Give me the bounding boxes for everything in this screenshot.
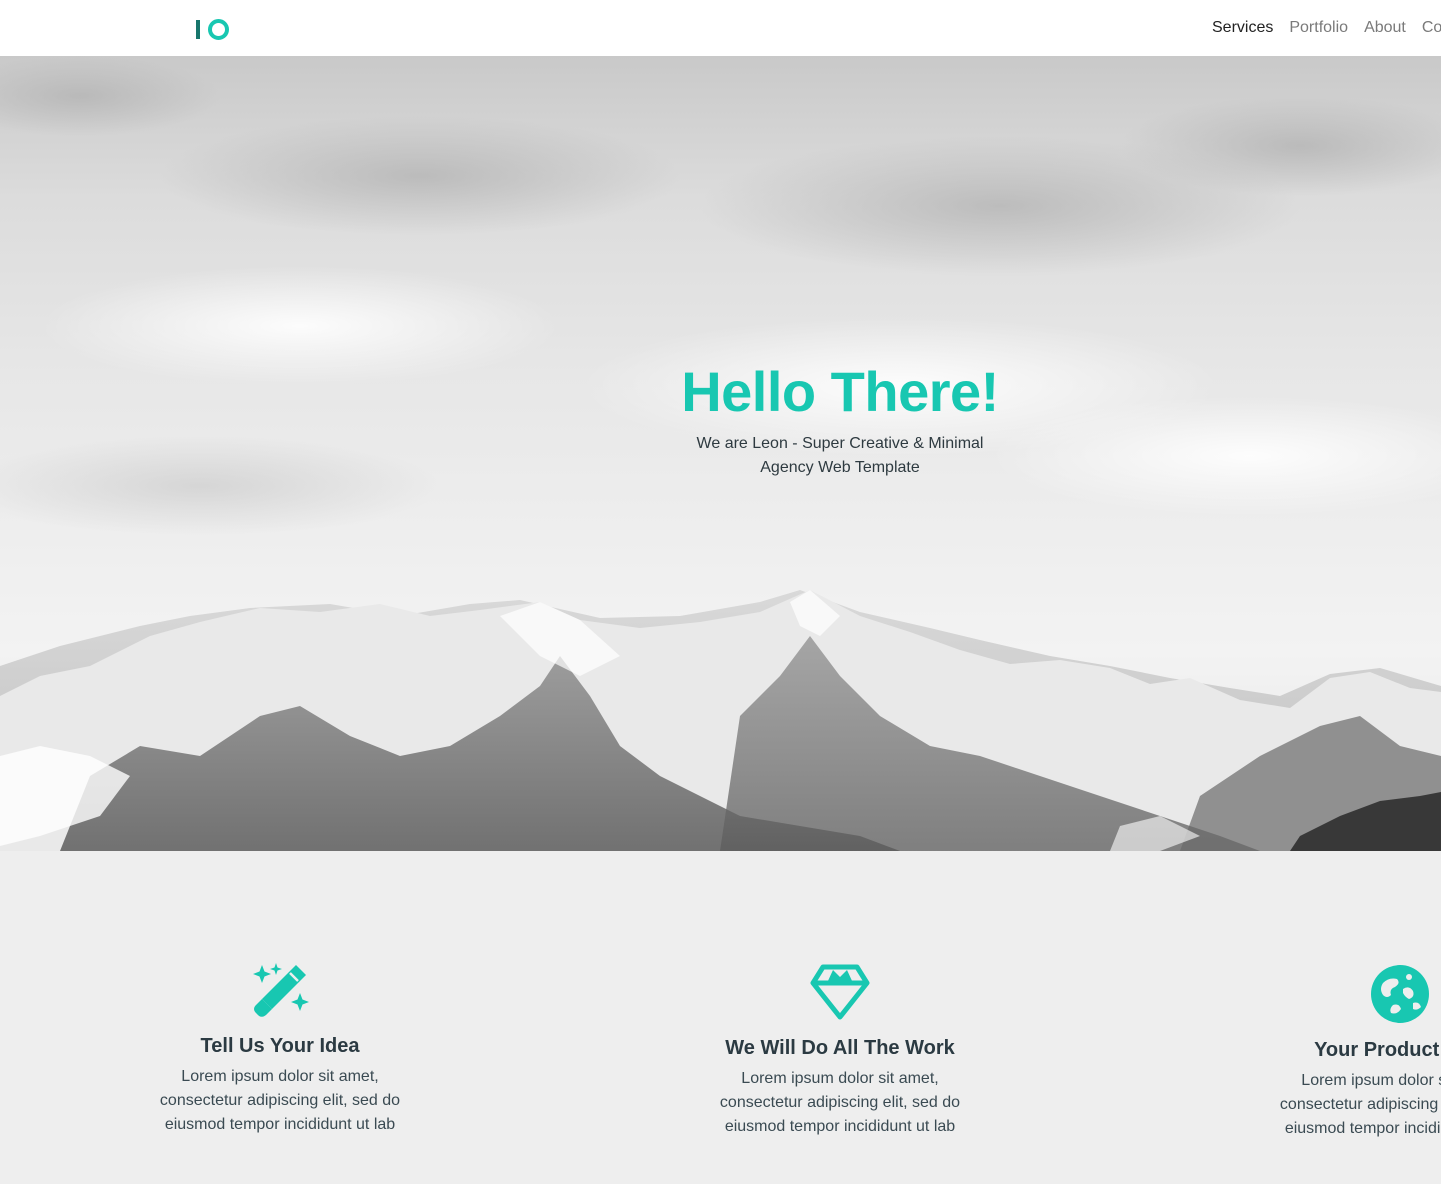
logo-bar — [196, 20, 200, 39]
feature-title: Your Product is W — [1314, 1039, 1441, 1061]
feature-text: Lorem ipsum dolor sit amet, consectetur … — [719, 1070, 961, 1135]
feature-card-work: We Will Do All The Work Lorem ipsum dolo… — [675, 963, 1005, 1139]
hero-subtitle: We are Leon - Super Creative & Minimal A… — [696, 435, 984, 476]
feature-text: Lorem ipsum dolor sit amet, consectetur … — [159, 1068, 401, 1133]
magic-wand-icon — [253, 963, 309, 1017]
nav-about[interactable]: About — [1364, 18, 1406, 38]
top-navbar: Services Portfolio About Contact — [0, 0, 1441, 56]
navbar-inner: Services Portfolio About Contact — [0, 0, 1441, 56]
feature-card-product: Your Product is W Lorem ipsum dolor sit … — [1235, 963, 1441, 1141]
feature-card-idea: Tell Us Your Idea Lorem ipsum dolor sit … — [115, 961, 445, 1137]
feature-text: Lorem ipsum dolor sit amet, consectetur … — [1279, 1072, 1441, 1137]
features-section: Tell Us Your Idea Lorem ipsum dolor sit … — [0, 851, 1441, 1184]
nav-portfolio[interactable]: Portfolio — [1289, 18, 1348, 38]
nav-contact[interactable]: Contact — [1422, 18, 1441, 38]
globe-icon — [1371, 965, 1429, 1023]
hero-title: Hello There! — [681, 360, 999, 423]
nav-services[interactable]: Services — [1212, 18, 1273, 38]
logo-ring — [208, 19, 229, 40]
feature-title: Tell Us Your Idea — [200, 1035, 360, 1057]
hero-section: Hello There! We are Leon - Super Creativ… — [0, 56, 1441, 851]
feature-title: We Will Do All The Work — [725, 1037, 955, 1059]
main-nav: Services Portfolio About Contact — [1212, 18, 1441, 38]
diamond-icon — [810, 964, 870, 1020]
brand-logo[interactable] — [196, 19, 232, 41]
